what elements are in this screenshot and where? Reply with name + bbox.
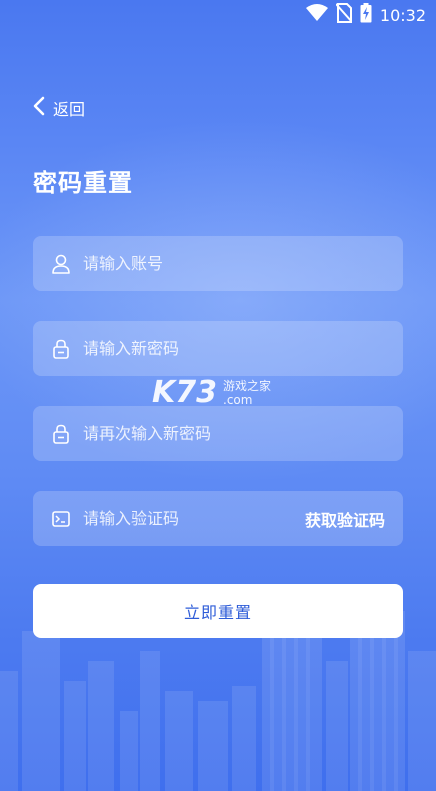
watermark-text: 游戏之家 .com xyxy=(223,379,271,407)
chevron-left-icon xyxy=(33,96,45,120)
back-button[interactable]: 返回 xyxy=(33,96,85,120)
back-label: 返回 xyxy=(53,100,86,119)
battery-charging-icon xyxy=(360,3,372,27)
status-bar: 10:32 xyxy=(0,0,436,28)
lock-icon xyxy=(51,424,71,444)
terminal-icon xyxy=(51,509,71,529)
verification-code-input[interactable] xyxy=(81,490,305,547)
status-time: 10:32 xyxy=(379,5,426,25)
get-code-button[interactable]: 获取验证码 xyxy=(305,507,385,531)
no-sim-icon xyxy=(335,3,353,27)
watermark: K73 游戏之家 .com xyxy=(152,375,271,410)
account-field[interactable] xyxy=(33,235,403,292)
confirm-password-field[interactable] xyxy=(33,405,403,462)
status-icons: 10:32 xyxy=(305,3,426,27)
lock-icon xyxy=(51,339,71,359)
new-password-field[interactable] xyxy=(33,320,403,377)
watermark-logo: K73 xyxy=(152,375,217,410)
new-password-input[interactable] xyxy=(81,320,403,377)
verification-code-field[interactable]: 获取验证码 xyxy=(33,490,403,547)
watermark-line1: 游戏之家 xyxy=(223,378,272,393)
wifi-icon xyxy=(305,4,328,26)
page-title: 密码重置 xyxy=(33,169,133,197)
confirm-password-input[interactable] xyxy=(81,405,403,462)
watermark-line2: .com xyxy=(223,392,253,407)
user-icon xyxy=(51,254,71,274)
account-input[interactable] xyxy=(81,235,403,292)
city-skyline-illustration xyxy=(0,601,436,791)
